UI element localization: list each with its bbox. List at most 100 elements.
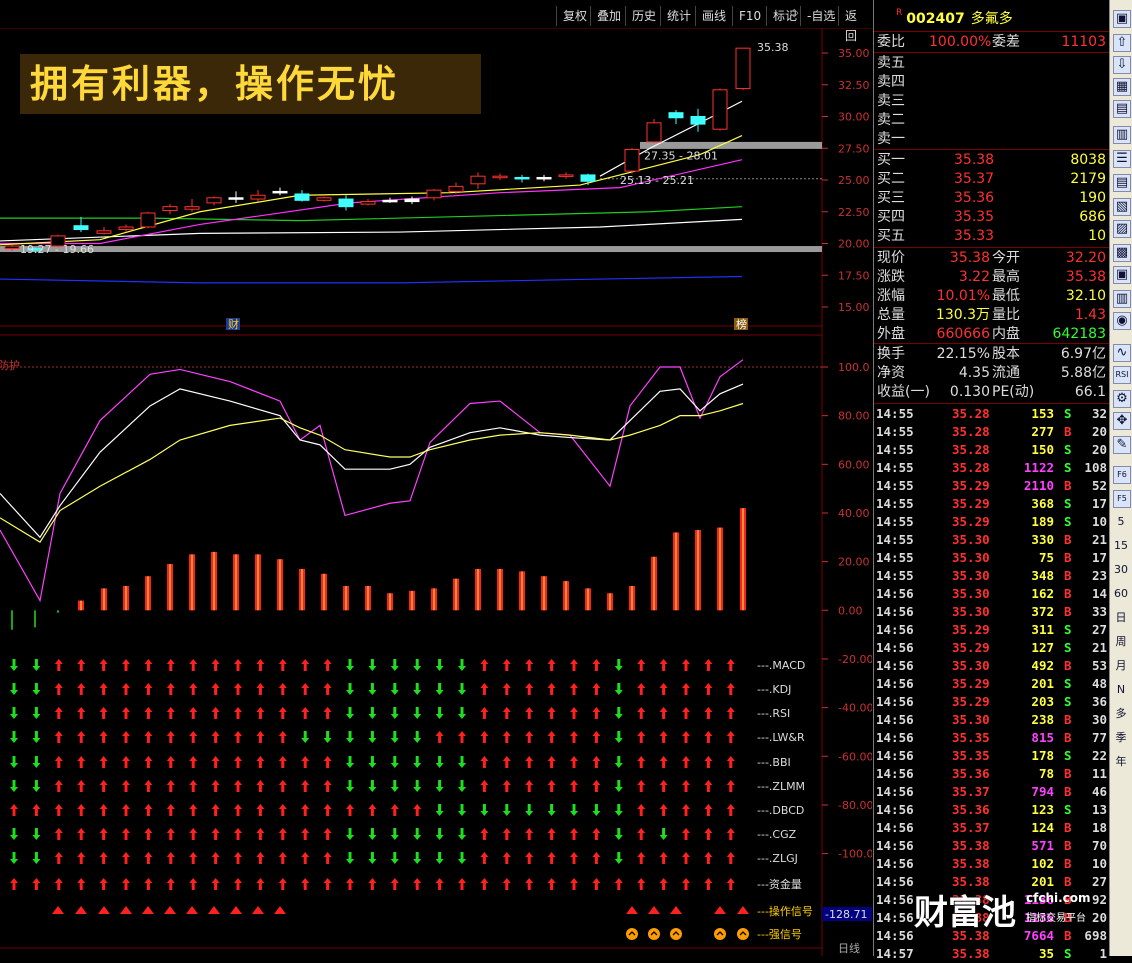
f5-icon[interactable]: F5 — [1113, 490, 1131, 508]
tick-time: 14:56 — [876, 676, 914, 691]
period-60[interactable]: 60 — [1113, 586, 1129, 602]
sig-up-arrow — [122, 780, 130, 792]
sig-up-arrow — [144, 659, 153, 671]
sig-up-arrow — [637, 828, 646, 840]
trend-icon[interactable]: ▣ — [1113, 266, 1131, 284]
toolbar-btn-4[interactable]: 画线 — [695, 6, 732, 26]
stat-value: 660666 — [936, 326, 990, 342]
sig-up-arrow — [592, 707, 601, 719]
period-5[interactable]: 5 — [1113, 514, 1129, 530]
sig-up-arrow — [189, 707, 198, 719]
tick-vol: 153 — [1031, 406, 1054, 421]
sig-up-arrow — [189, 780, 198, 792]
sig-up-arrow — [99, 683, 108, 695]
fund-value2: 6.97亿 — [1060, 346, 1106, 362]
sig-up-arrow — [301, 852, 310, 864]
sig-up-arrow — [77, 780, 86, 792]
list-icon[interactable]: ☰ — [1113, 150, 1131, 168]
tick-time: 14:55 — [876, 460, 914, 475]
sig-down-arrow — [390, 683, 399, 695]
sig-up-arrow — [726, 852, 735, 864]
sig-down-arrow — [547, 804, 556, 816]
sig-up-arrow — [390, 804, 399, 816]
toolbar-btn-0[interactable]: 复权 — [556, 6, 593, 26]
sig-up-arrow — [637, 852, 646, 864]
sig-up-arrow — [278, 804, 287, 816]
period-15[interactable]: 15 — [1113, 538, 1129, 554]
fund-icon[interactable]: ▧ — [1113, 198, 1131, 216]
toolbar-btn-3[interactable]: 统计 — [660, 6, 697, 26]
toolbar-btn-2[interactable]: 历史 — [625, 6, 662, 26]
f10-icon[interactable]: ▩ — [1113, 244, 1131, 262]
grid-icon[interactable]: ▤ — [1113, 100, 1131, 118]
period-季[interactable]: 季 — [1113, 730, 1129, 746]
stat-label: 总量 — [877, 307, 905, 323]
sig-up-arrow — [413, 878, 422, 890]
tick-row: 14:56 35.38 102 B 10 — [874, 855, 1110, 873]
price-tick: 15.00 — [838, 301, 870, 314]
tick-price: 35.38 — [952, 946, 990, 961]
wave-icon[interactable]: ∿ — [1113, 344, 1131, 362]
cube-icon[interactable]: ▣ — [1113, 10, 1131, 28]
tick-price: 35.35 — [952, 748, 990, 763]
sig-up-arrow — [726, 731, 735, 743]
sig-down-arrow — [390, 780, 399, 792]
sig-up-arrow — [99, 804, 108, 816]
cai-marker-text: 财 — [228, 317, 239, 331]
sig-up-arrow — [301, 878, 310, 890]
doc-icon[interactable]: ▤ — [1113, 174, 1131, 192]
sig-down-arrow — [458, 804, 466, 816]
rsi-icon[interactable]: RSI — [1113, 366, 1131, 384]
sig-up-arrow — [525, 659, 534, 671]
tick-vol: 78 — [1038, 766, 1054, 781]
tick-side: S — [1064, 442, 1072, 457]
f6-icon[interactable]: F6 — [1113, 466, 1131, 484]
period-年[interactable]: 年 — [1113, 754, 1129, 770]
chart-icon[interactable]: ▥ — [1113, 126, 1131, 144]
tick-row: 14:55 35.30 330 B 21 — [874, 531, 1110, 549]
down-arrow-icon[interactable]: ⇩ — [1113, 56, 1131, 74]
sig-up-arrow — [659, 878, 668, 890]
pen-icon[interactable]: ✎ — [1113, 436, 1131, 454]
period-周[interactable]: 周 — [1113, 634, 1129, 650]
sig-up-arrow — [122, 683, 130, 695]
period-日[interactable]: 日 — [1113, 610, 1129, 626]
sig-up-arrow — [659, 852, 668, 864]
toolbar-btn-5[interactable]: F10 — [732, 6, 767, 26]
stat-value: 3.22 — [958, 269, 990, 285]
gear-icon[interactable]: ⚙ — [1113, 390, 1131, 408]
bar-chart-icon[interactable]: ▥ — [1113, 290, 1131, 308]
period-30[interactable]: 30 — [1113, 562, 1129, 578]
sig-down-arrow — [435, 828, 444, 840]
period-N[interactable]: N — [1113, 682, 1129, 698]
sig-up-arrow — [547, 878, 556, 890]
candle — [206, 197, 222, 204]
sig-up-arrow — [547, 852, 556, 864]
news-icon[interactable]: ▨ — [1113, 220, 1131, 238]
tick-side: B — [1064, 550, 1072, 565]
candle — [382, 199, 398, 203]
bang-marker-text: 榜 — [736, 317, 747, 331]
toolbar-btn-7[interactable]: -自选 — [800, 6, 841, 26]
sig-up-arrow — [480, 659, 489, 671]
period-多[interactable]: 多 — [1113, 706, 1129, 722]
stat-value2: 1.43 — [1074, 307, 1106, 323]
period-月[interactable]: 月 — [1113, 658, 1129, 674]
sig-down-arrow — [458, 707, 466, 719]
sig-down-arrow — [614, 707, 623, 719]
sig-up-arrow — [323, 756, 332, 768]
tick-side: S — [1064, 946, 1072, 961]
tick-row: 14:55 35.29 368 S 17 — [874, 495, 1110, 513]
toolbar-btn-8[interactable]: 返回 — [838, 6, 872, 43]
sig-down-arrow — [614, 804, 623, 816]
tick-time: 14:56 — [876, 766, 914, 781]
circle-icon[interactable]: ◉ — [1113, 312, 1131, 330]
main-chart[interactable]: 35.00 32.50 30.00 27.50 25.00 22.50 20.00 17.50… — [0, 28, 872, 956]
app-icon[interactable]: ▦ — [1113, 78, 1131, 96]
up-arrow-icon[interactable]: ⇧ — [1113, 34, 1131, 52]
sig-up-arrow — [234, 683, 242, 695]
tick-price: 35.30 — [952, 586, 990, 601]
sig-down-arrow — [346, 731, 354, 743]
toolbar-btn-1[interactable]: 叠加 — [590, 6, 627, 26]
move-icon[interactable]: ✥ — [1113, 412, 1131, 430]
